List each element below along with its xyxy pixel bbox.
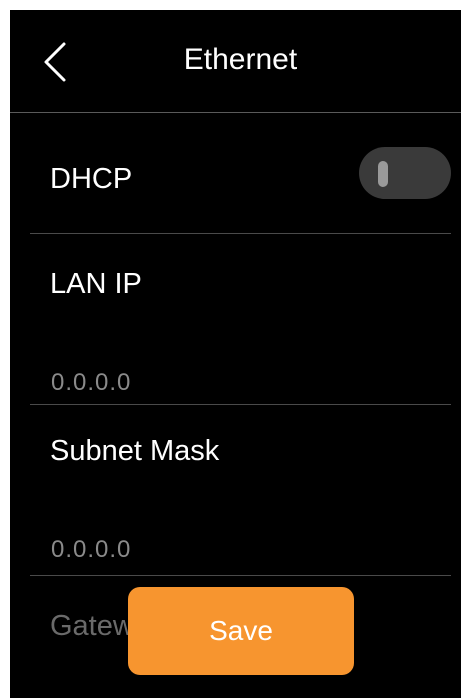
header: Ethernet	[10, 10, 461, 113]
dhcp-row: DHCP	[30, 113, 451, 234]
toggle-knob	[378, 161, 388, 187]
lan-ip-label: LAN IP	[50, 268, 142, 300]
ethernet-settings-screen: Ethernet DHCP LAN IP 0.0.0.0 Subnet Mask…	[10, 10, 461, 698]
subnet-mask-row: Subnet Mask 0.0.0.0	[30, 405, 451, 576]
page-title: Ethernet	[183, 43, 298, 76]
lan-ip-row: LAN IP 0.0.0.0	[30, 234, 451, 405]
lan-ip-input[interactable]: 0.0.0.0	[51, 368, 131, 398]
dhcp-label: DHCP	[50, 163, 133, 195]
save-button[interactable]: Save	[128, 587, 354, 675]
subnet-mask-label: Subnet Mask	[50, 435, 220, 467]
dhcp-toggle[interactable]	[359, 147, 451, 199]
subnet-mask-input[interactable]: 0.0.0.0	[51, 535, 131, 565]
